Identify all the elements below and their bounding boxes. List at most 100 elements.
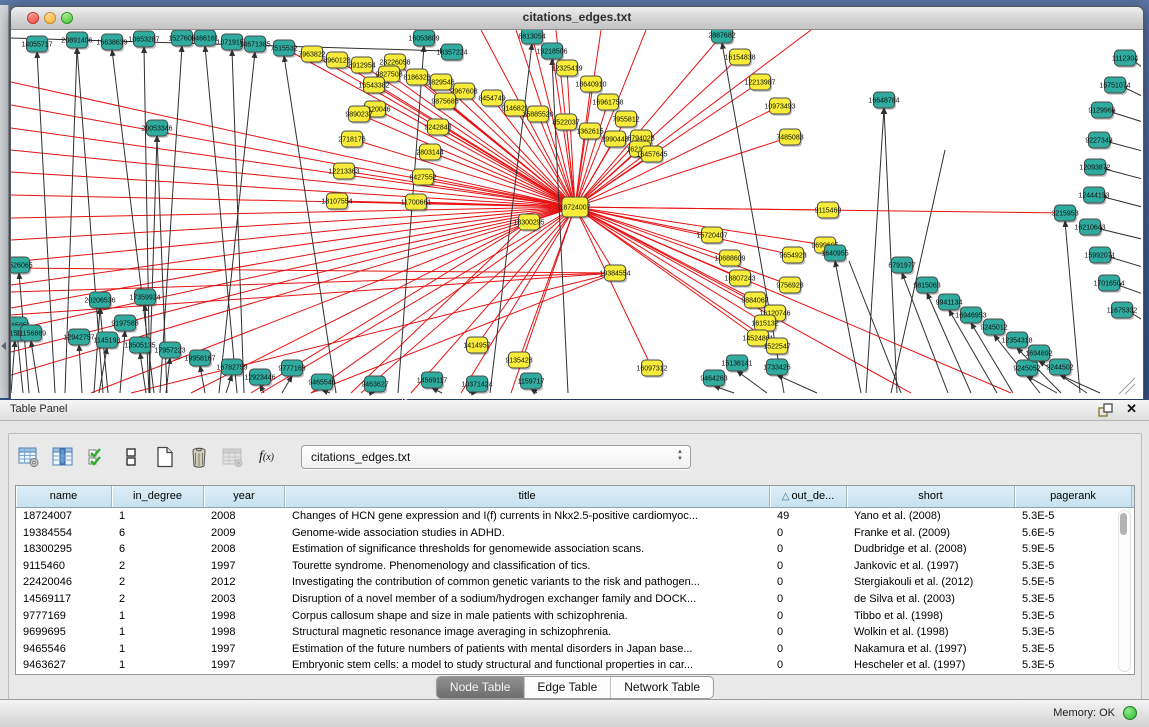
graph-node[interactable]: 1733426: [763, 359, 790, 377]
table-row[interactable]: 1872400712008Changes of HCN gene express…: [16, 508, 1134, 525]
table-cell[interactable]: 5.3E-5: [1015, 508, 1132, 525]
graph-node[interactable]: 2887682: [708, 30, 735, 45]
graph-node[interactable]: 16638639: [96, 34, 127, 52]
graph-node[interactable]: 2718176: [338, 131, 365, 149]
table-cell[interactable]: 9463627: [16, 657, 112, 674]
table-cell[interactable]: Disruption of a novel member of a sodium…: [285, 591, 770, 608]
table-cell[interactable]: 19384554: [16, 525, 112, 542]
graph-node[interactable]: 10371424: [461, 376, 492, 394]
table-cell[interactable]: 1: [112, 641, 204, 658]
table-cell[interactable]: 1998: [204, 624, 285, 641]
graph-node[interactable]: 6466161: [191, 30, 218, 48]
graph-node[interactable]: 20053346: [141, 120, 172, 138]
table-cell[interactable]: Tourette syndrome. Phenomenology and cla…: [285, 558, 770, 575]
column-header-pagerank[interactable]: pagerank: [1015, 486, 1132, 507]
table-cell[interactable]: 22420046: [16, 574, 112, 591]
graph-node[interactable]: 1990448: [601, 131, 628, 149]
table-row[interactable]: 1938455462009Genome-wide association stu…: [16, 525, 1134, 542]
tab-node-table[interactable]: Node Table: [437, 677, 524, 698]
graph-node[interactable]: 9135428: [505, 352, 532, 370]
graph-node[interactable]: 10973493: [764, 98, 795, 116]
graph-node[interactable]: 10653287: [128, 31, 159, 49]
graph-node[interactable]: 20206536: [84, 292, 115, 310]
table-cell[interactable]: 5.3E-5: [1015, 624, 1132, 641]
table-cell[interactable]: 2009: [204, 525, 285, 542]
table-cell[interactable]: 6: [112, 541, 204, 558]
table-cell[interactable]: Changes of HCN gene expression and I(f) …: [285, 508, 770, 525]
table-cell[interactable]: 1997: [204, 657, 285, 674]
table-row[interactable]: 911546021997Tourette syndrome. Phenomeno…: [16, 558, 1134, 575]
table-cell[interactable]: 5.6E-5: [1015, 525, 1132, 542]
table-cell[interactable]: 49: [770, 508, 847, 525]
table-cell[interactable]: 1997: [204, 641, 285, 658]
graph-node[interactable]: 8427552: [409, 169, 436, 187]
show-columns-button[interactable]: [49, 444, 76, 471]
graph-node[interactable]: 16097312: [636, 360, 667, 378]
table-select-dropdown[interactable]: citations_edges.txt ▲▼: [301, 445, 691, 469]
graph-node[interactable]: 9129966: [1088, 102, 1115, 120]
graph-node[interactable]: 7963822: [298, 46, 325, 64]
table-cell[interactable]: Embryonic stem cells: a model to study s…: [285, 657, 770, 674]
table-cell[interactable]: 0: [770, 525, 847, 542]
create-column-button[interactable]: [151, 444, 178, 471]
table-cell[interactable]: Dudbridge et al. (2008): [847, 541, 1015, 558]
graph-node[interactable]: 1414957: [463, 337, 490, 355]
table-cell[interactable]: 0: [770, 641, 847, 658]
graph-node[interactable]: 15136141: [721, 355, 752, 373]
tab-network-table[interactable]: Network Table: [610, 677, 713, 698]
table-cell[interactable]: 2: [112, 591, 204, 608]
table-cell[interactable]: 6: [112, 525, 204, 542]
graph-node[interactable]: 16648784: [868, 92, 899, 110]
table-cell[interactable]: 2012: [204, 574, 285, 591]
graph-node[interactable]: 1145193: [94, 332, 121, 350]
table-cell[interactable]: 18300295: [16, 541, 112, 558]
graph-node[interactable]: 9890237: [345, 106, 372, 124]
column-header-name[interactable]: name: [16, 486, 112, 507]
table-cell[interactable]: 9465546: [16, 641, 112, 658]
graph-node[interactable]: 8912954: [348, 57, 375, 75]
column-header-in_degree[interactable]: in_degree: [112, 486, 204, 507]
table-cell[interactable]: 2: [112, 558, 204, 575]
graph-node[interactable]: 14569117: [417, 372, 448, 390]
table-cell[interactable]: 5.3E-5: [1015, 558, 1132, 575]
table-cell[interactable]: Nakamura et al. (1997): [847, 641, 1015, 658]
graph-node[interactable]: 16154838: [724, 49, 755, 67]
table-cell[interactable]: Corpus callosum shape and size in male p…: [285, 608, 770, 625]
table-cell[interactable]: 1: [112, 624, 204, 641]
table-cell[interactable]: 2: [112, 574, 204, 591]
graph-node[interactable]: 1694692: [1025, 345, 1052, 363]
table-row[interactable]: 1456911722003Disruption of a novel membe…: [16, 591, 1134, 608]
graph-node[interactable]: 16053809: [408, 30, 439, 48]
table-cell[interactable]: 0: [770, 657, 847, 674]
graph-node[interactable]: 12325419: [551, 60, 582, 78]
graph-node[interactable]: 9654923: [779, 247, 806, 265]
table-cell[interactable]: 0: [770, 624, 847, 641]
table-cell[interactable]: 5.3E-5: [1015, 608, 1132, 625]
graph-node[interactable]: 8960128: [323, 52, 350, 70]
graph-node[interactable]: 1362615: [576, 123, 603, 141]
vertical-scrollbar[interactable]: [1118, 510, 1131, 672]
graph-node[interactable]: 12093872: [1079, 159, 1110, 177]
graph-node[interactable]: 12444193: [1078, 187, 1109, 205]
table-row[interactable]: 1830029562008Estimation of significance …: [16, 541, 1134, 558]
table-cell[interactable]: 1997: [204, 558, 285, 575]
graph-node[interactable]: 6791977: [888, 257, 915, 275]
graph-node[interactable]: 7955812: [612, 111, 639, 129]
network-canvas-svg[interactable]: 7963822896012889129542822605898275081654…: [11, 30, 1141, 398]
table-cell[interactable]: 18724007: [16, 508, 112, 525]
row-height-button[interactable]: [117, 444, 144, 471]
table-cell[interactable]: 2008: [204, 541, 285, 558]
table-row[interactable]: 946554611997Estimation of the future num…: [16, 641, 1134, 658]
graph-node[interactable]: 9115460: [815, 202, 842, 220]
graph-node[interactable]: 1522547: [763, 338, 790, 356]
graph-node[interactable]: 9464263: [700, 370, 727, 388]
table-cell[interactable]: 1: [112, 508, 204, 525]
table-row[interactable]: 969969511998Structural magnetic resonanc…: [16, 624, 1134, 641]
select-all-button[interactable]: [83, 444, 110, 471]
table-cell[interactable]: Tibbo et al. (1998): [847, 608, 1015, 625]
column-header-short[interactable]: short: [847, 486, 1015, 507]
window-titlebar[interactable]: citations_edges.txt: [11, 7, 1143, 30]
table-cell[interactable]: 5.3E-5: [1015, 657, 1132, 674]
graph-node[interactable]: 9197588: [111, 315, 138, 333]
graph-node[interactable]: 9242848: [424, 119, 451, 137]
